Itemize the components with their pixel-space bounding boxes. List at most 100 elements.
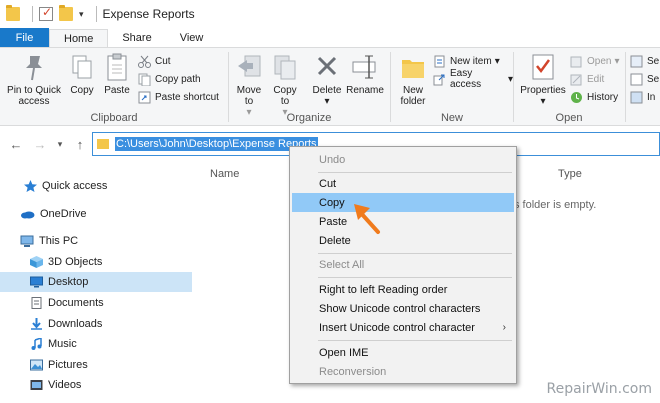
select-all-partial-button[interactable]: Se	[630, 52, 659, 70]
nav-item-label: This PC	[39, 235, 79, 247]
star-icon	[24, 180, 37, 192]
nav-item-onedrive[interactable]: OneDrive	[0, 204, 192, 224]
menu-item-delete[interactable]: Delete	[292, 231, 514, 250]
tab-file[interactable]: File	[0, 28, 49, 47]
menu-item-insert-unicode[interactable]: Insert Unicode control character ›	[292, 318, 514, 337]
nav-item-label: Quick access	[42, 180, 108, 192]
folder-icon[interactable]	[6, 5, 20, 21]
tab-share[interactable]: Share	[108, 28, 165, 47]
address-input[interactable]: C:\Users\John\Desktop\Expense Reports	[115, 137, 318, 151]
open-group-label: Open	[555, 112, 583, 124]
nav-item-documents[interactable]: Documents	[0, 293, 192, 313]
move-to-button[interactable]: Move to ▾	[233, 52, 265, 118]
nav-item-this-pc[interactable]: This PC	[0, 231, 192, 251]
chevron-down-icon: ▾	[614, 55, 620, 67]
history-button[interactable]: History	[570, 88, 618, 106]
move-to-icon	[235, 52, 263, 82]
open-button[interactable]: Open ▾	[570, 52, 620, 70]
delete-x-icon	[313, 52, 341, 82]
chevron-right-icon: ›	[502, 322, 506, 333]
pin-label: Pin to Quick access	[7, 85, 61, 107]
menu-item-paste[interactable]: Paste	[292, 212, 514, 231]
history-label: History	[587, 91, 619, 103]
customize-toolbar-icon[interactable]: ▾	[79, 9, 84, 20]
chevron-down-icon: ▾	[540, 96, 546, 107]
paste-icon	[103, 52, 131, 82]
menu-separator	[318, 277, 512, 278]
edit-label: Edit	[587, 73, 605, 85]
document-icon	[30, 297, 43, 309]
nav-item-videos[interactable]: Videos	[0, 375, 192, 395]
computer-icon	[20, 235, 34, 247]
empty-folder-message: s folder is empty.	[514, 199, 597, 211]
paste-button[interactable]: Paste	[100, 52, 134, 96]
paste-shortcut-button[interactable]: Paste shortcut	[138, 88, 219, 106]
column-header-type[interactable]: Type	[558, 168, 582, 180]
delete-label: Delete	[312, 85, 342, 96]
cut-button[interactable]: Cut	[138, 52, 171, 70]
properties-button[interactable]: Properties ▾	[518, 52, 568, 107]
rename-button[interactable]: Rename	[345, 52, 385, 96]
back-arrow-icon[interactable]: ←	[6, 137, 26, 152]
nav-item-label: Pictures	[48, 359, 88, 371]
invert-selection-partial-button[interactable]: In	[630, 88, 655, 106]
select-icon	[630, 73, 643, 86]
organize-group-label: Organize	[286, 112, 332, 124]
copy-path-icon	[138, 73, 151, 86]
pin-quick-access-button[interactable]: Pin to Quick access	[4, 52, 64, 107]
nav-item-music[interactable]: Music	[0, 334, 192, 354]
properties-icon	[529, 52, 557, 82]
context-menu: Undo Cut Copy Paste Delete Select All Ri…	[289, 146, 517, 384]
nav-item-downloads[interactable]: Downloads	[0, 314, 192, 334]
download-icon	[30, 318, 43, 330]
delete-button[interactable]: Delete ▾	[309, 52, 345, 107]
nav-item-3d-objects[interactable]: 3D Objects	[0, 252, 192, 272]
ribbon-tabs: File Home Share View	[0, 28, 660, 48]
nav-item-quick-access[interactable]: Quick access	[0, 176, 192, 196]
move-to-label: Move to	[236, 85, 262, 107]
copy-button[interactable]: Copy	[66, 52, 98, 96]
nav-item-label: Documents	[48, 297, 104, 309]
properties-check-icon[interactable]	[39, 5, 53, 21]
menu-item-copy[interactable]: Copy	[292, 193, 514, 212]
copy-to-button[interactable]: Copy to ▾	[269, 52, 301, 118]
nav-item-desktop[interactable]: Desktop	[0, 272, 192, 292]
title-bar: ▾ Expense Reports	[0, 0, 660, 28]
tab-view[interactable]: View	[166, 28, 218, 47]
easy-access-button[interactable]: Easy access ▾	[433, 68, 513, 90]
new-folder-icon[interactable]	[59, 5, 73, 21]
recent-locations-chevron-icon[interactable]: ▾	[50, 139, 70, 150]
easy-access-label: Easy access	[450, 68, 482, 90]
edit-button[interactable]: Edit	[570, 70, 604, 88]
paste-shortcut-label: Paste shortcut	[155, 91, 219, 103]
up-arrow-icon[interactable]: ↑	[70, 137, 90, 152]
column-header-name[interactable]: Name	[210, 168, 239, 180]
easy-access-icon	[433, 73, 446, 86]
menu-item-select-all[interactable]: Select All	[292, 255, 514, 274]
paste-shortcut-icon	[138, 91, 151, 104]
menu-item-rtl-reading-order[interactable]: Right to left Reading order	[292, 280, 514, 299]
nav-item-label: Downloads	[48, 318, 103, 330]
edit-icon	[570, 73, 583, 86]
menu-item-undo[interactable]: Undo	[292, 150, 514, 169]
menu-item-open-ime[interactable]: Open IME	[292, 343, 514, 362]
nav-item-pictures[interactable]: Pictures	[0, 355, 192, 375]
copy-path-button[interactable]: Copy path	[138, 70, 201, 88]
copy-to-icon	[271, 52, 299, 82]
new-folder-button[interactable]: New folder	[393, 52, 433, 107]
paste-label: Paste	[104, 85, 130, 96]
nav-item-label: Music	[48, 338, 77, 350]
menu-item-show-unicode[interactable]: Show Unicode control characters	[292, 299, 514, 318]
select-none-partial-button[interactable]: Se	[630, 70, 659, 88]
tab-home[interactable]: Home	[49, 29, 109, 47]
picture-icon	[30, 359, 43, 371]
rename-icon	[351, 52, 379, 82]
open-label: Open	[587, 55, 612, 67]
forward-arrow-icon[interactable]: →	[30, 137, 50, 152]
menu-item-reconversion[interactable]: Reconversion	[292, 362, 514, 381]
new-item-icon	[433, 55, 446, 68]
desktop-icon	[30, 276, 43, 288]
menu-item-cut[interactable]: Cut	[292, 174, 514, 193]
open-group: Properties ▾ Open ▾ Edit History Open	[514, 48, 624, 126]
copy-to-label: Copy to	[273, 85, 297, 107]
